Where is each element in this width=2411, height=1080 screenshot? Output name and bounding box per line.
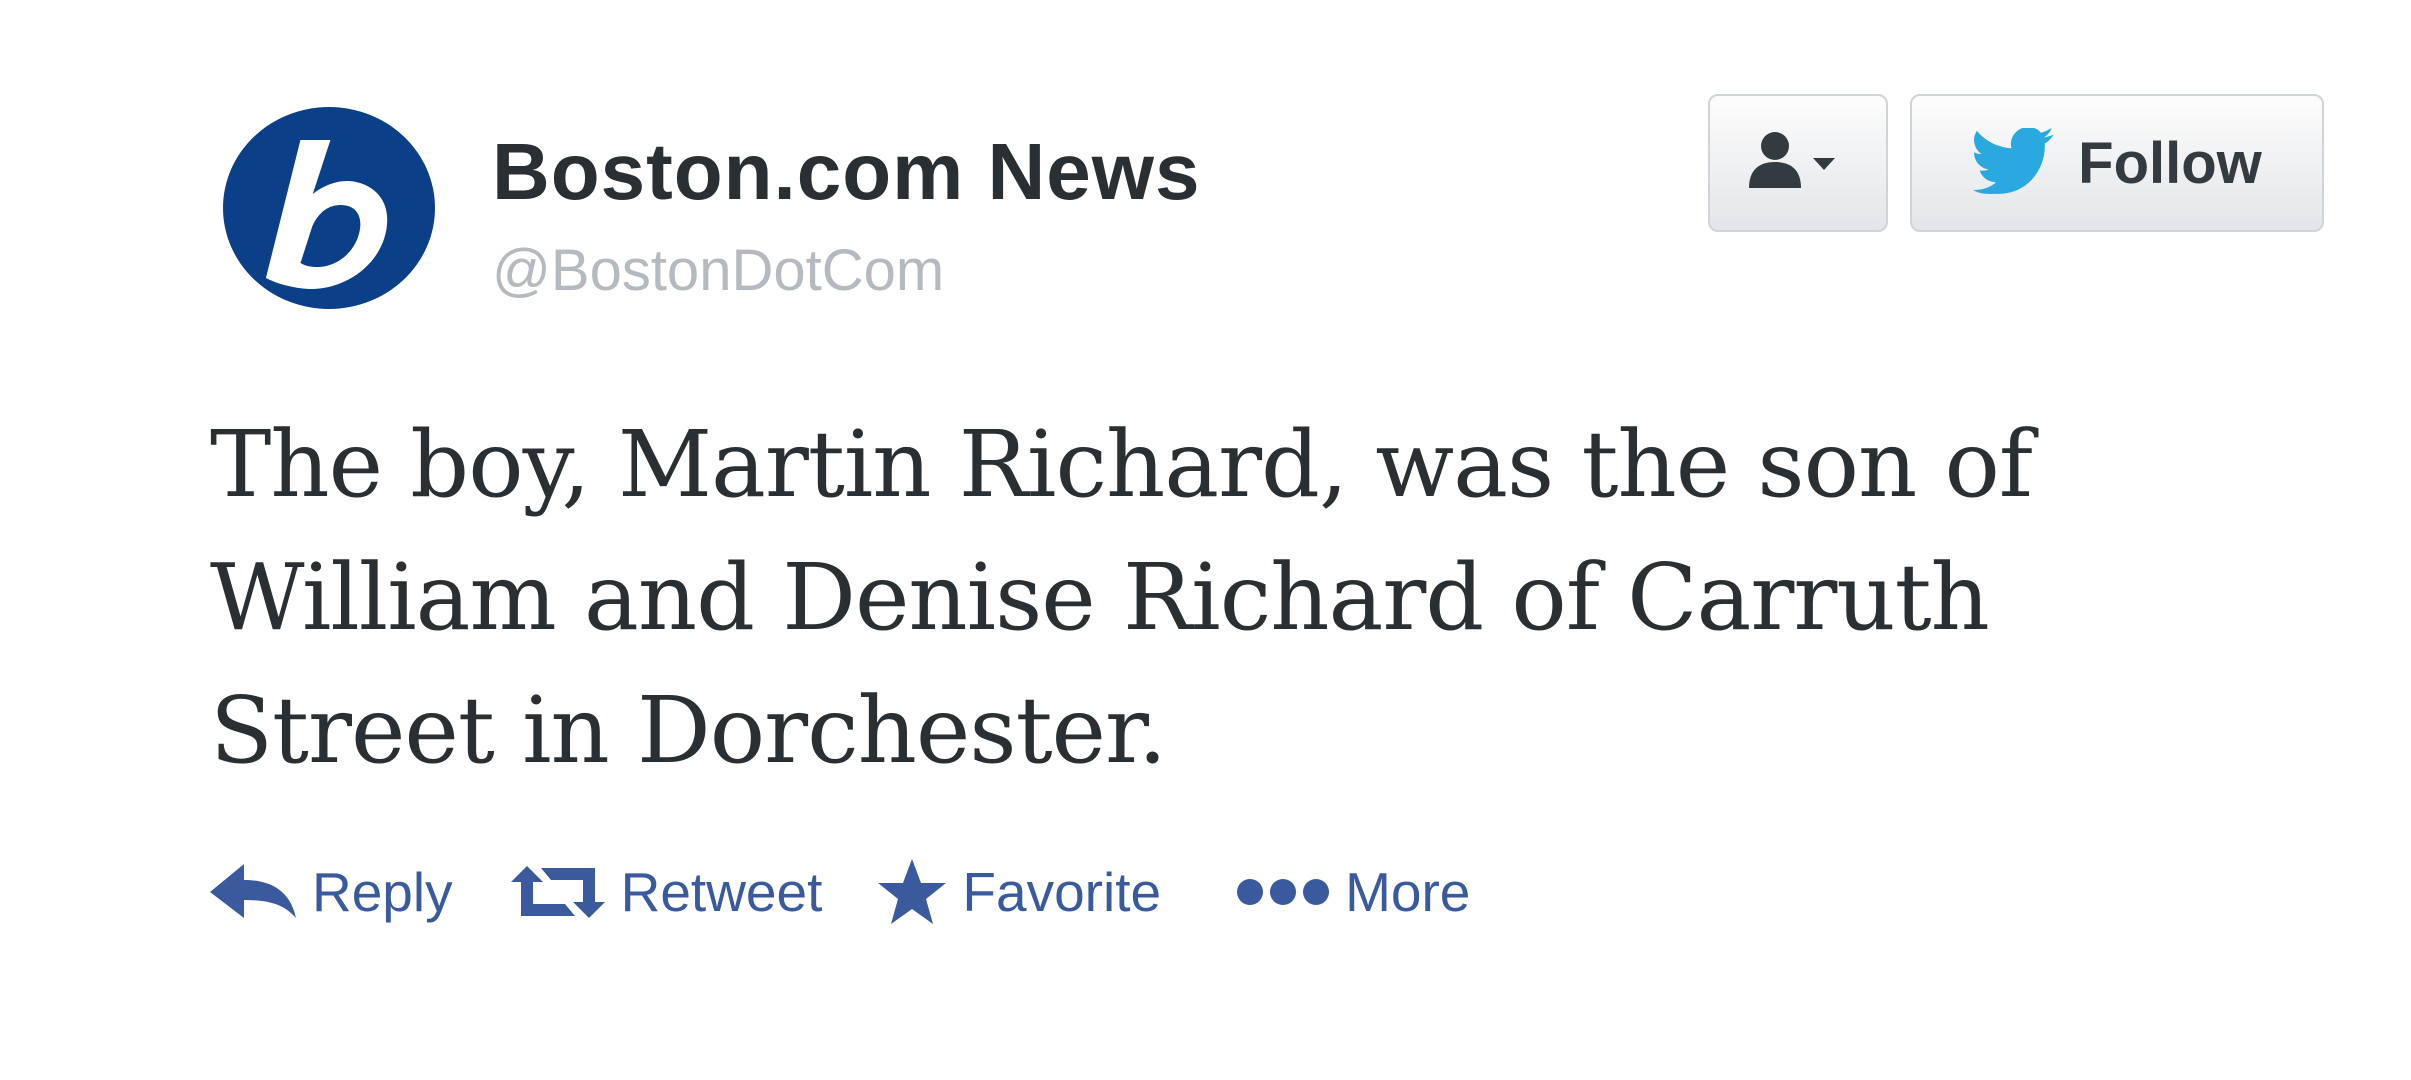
avatar[interactable]: [222, 106, 436, 310]
tweet-text: The boy, Martin Richard, was the son of …: [210, 398, 2170, 797]
retweet-icon: [510, 866, 605, 918]
more-label: More: [1345, 861, 1471, 923]
retweet-button[interactable]: Retweet: [509, 860, 823, 924]
author-display-name[interactable]: Boston.com News: [492, 124, 1200, 220]
favorite-button[interactable]: Favorite: [876, 857, 1161, 927]
user-actions-dropdown-button[interactable]: [1708, 94, 1888, 232]
favorite-label: Favorite: [962, 861, 1162, 923]
boston-b-logo-icon: [223, 107, 435, 309]
reply-label: Reply: [312, 861, 453, 923]
tweet-text-line: William and Denise Richard of Carruth: [210, 544, 1990, 651]
star-icon: [878, 859, 947, 924]
user-dropdown-icon: [1749, 132, 1835, 188]
reply-button[interactable]: Reply: [208, 860, 453, 924]
follow-button[interactable]: Follow: [1910, 94, 2324, 232]
more-dots-icon: [1237, 879, 1330, 905]
tweet-actions: Reply Retweet Favorite More: [208, 852, 1470, 932]
tweet-text-line: Street in Dorchester.: [210, 677, 1167, 784]
more-button[interactable]: More: [1235, 860, 1470, 924]
twitter-bird-icon: [1973, 128, 2054, 194]
tweet-text-line: The boy, Martin Richard, was the son of: [210, 411, 2033, 518]
author-handle[interactable]: @BostonDotCom: [492, 236, 944, 306]
retweet-label: Retweet: [620, 861, 823, 923]
follow-label: Follow: [2078, 130, 2262, 196]
reply-icon: [210, 864, 296, 918]
